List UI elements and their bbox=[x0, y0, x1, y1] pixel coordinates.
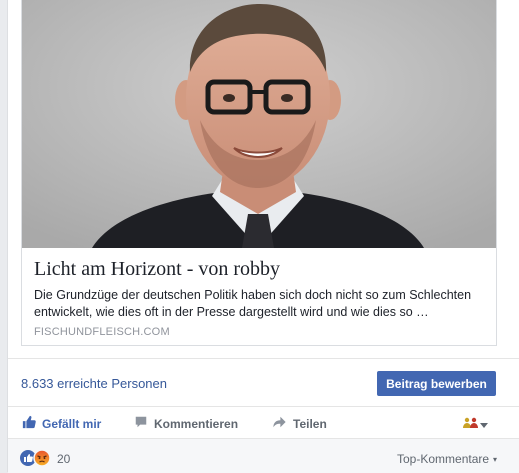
chevron-down-icon bbox=[479, 416, 489, 434]
link-preview-image[interactable] bbox=[22, 0, 496, 248]
reaction-icons[interactable] bbox=[20, 449, 51, 472]
comment-sort-dropdown[interactable]: Top-Kommentare ▾ bbox=[397, 452, 497, 466]
post-card: Licht am Horizont - von robby Die Grundz… bbox=[7, 0, 519, 473]
audience-selector[interactable] bbox=[463, 416, 489, 434]
friends-audience-icon bbox=[463, 416, 479, 434]
like-label: Gefällt mir bbox=[42, 416, 102, 431]
caret-down-icon: ▾ bbox=[493, 454, 498, 464]
like-button[interactable]: Gefällt mir bbox=[22, 415, 101, 432]
reach-count-link[interactable]: 8.633 erreichte Personen bbox=[21, 376, 167, 391]
comment-sort-label: Top-Kommentare bbox=[397, 452, 490, 466]
link-preview-description: Die Grundzüge der deutschen Politik habe… bbox=[34, 288, 472, 319]
reactions-bar: 20 Top-Kommentare ▾ bbox=[8, 438, 519, 473]
share-arrow-icon bbox=[272, 415, 287, 432]
comment-button[interactable]: Kommentieren bbox=[134, 415, 238, 432]
share-label: Teilen bbox=[293, 416, 327, 431]
link-preview-card[interactable]: Licht am Horizont - von robby Die Grundz… bbox=[21, 0, 497, 346]
post-stats-row: 8.633 erreichte Personen Beitrag bewerbe… bbox=[8, 358, 519, 407]
share-button[interactable]: Teilen bbox=[272, 415, 327, 432]
angry-reaction-icon bbox=[33, 449, 51, 472]
link-preview-domain: FISCHUNDFLEISCH.COM bbox=[34, 326, 170, 338]
portrait-photo bbox=[22, 0, 496, 248]
thumbs-up-icon bbox=[22, 415, 36, 432]
reaction-count[interactable]: 20 bbox=[57, 452, 70, 466]
boost-post-button[interactable]: Beitrag bewerben bbox=[377, 371, 496, 396]
comment-bubble-icon bbox=[134, 415, 148, 432]
comment-label: Kommentieren bbox=[154, 416, 239, 431]
post-actions-bar: Gefällt mir Kommentieren Teilen bbox=[8, 406, 519, 439]
link-preview-title[interactable]: Licht am Horizont - von robby bbox=[34, 258, 280, 281]
